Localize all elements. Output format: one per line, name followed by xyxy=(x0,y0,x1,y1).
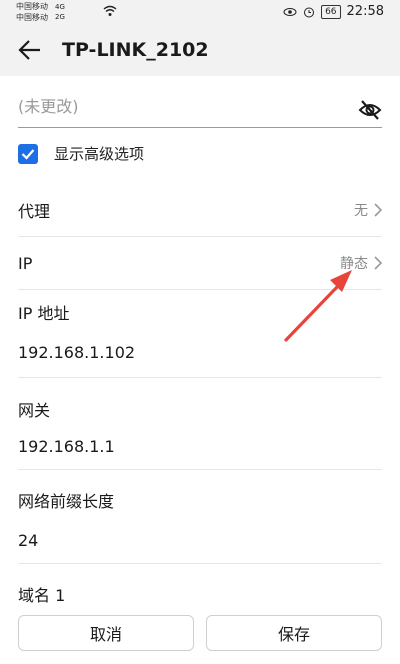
carrier-2-label: 中国移动 xyxy=(16,13,48,22)
prefix-length-label: 网络前缀长度 xyxy=(18,492,115,511)
alarm-icon xyxy=(304,7,315,17)
cancel-button[interactable]: 取消 xyxy=(18,615,194,651)
ip-settings-label: IP xyxy=(18,253,33,273)
visibility-off-icon[interactable] xyxy=(358,99,382,121)
page-title: TP-LINK_2102 xyxy=(62,39,209,61)
network-type-2: 2G xyxy=(55,13,65,21)
ip-settings-row[interactable]: IP 静态 xyxy=(18,237,382,290)
chevron-right-icon xyxy=(374,203,382,217)
eye-status-icon xyxy=(283,7,297,16)
advanced-options-label: 显示高级选项 xyxy=(54,145,145,163)
save-button[interactable]: 保存 xyxy=(206,615,382,651)
checkmark-icon xyxy=(21,148,35,160)
bottom-action-bar: 取消 保存 xyxy=(0,605,400,664)
gateway-label: 网关 xyxy=(18,401,51,420)
ip-address-value[interactable]: 192.168.1.102 xyxy=(18,343,135,362)
proxy-value: 无 xyxy=(354,203,368,219)
gateway-value[interactable]: 192.168.1.1 xyxy=(18,437,115,456)
prefix-length-value[interactable]: 24 xyxy=(18,531,38,550)
status-bar: 中国移动 中国移动 4G 2G 66 22:58 xyxy=(0,0,400,26)
divider xyxy=(18,563,382,564)
password-input[interactable] xyxy=(18,97,338,116)
advanced-options-checkbox[interactable] xyxy=(18,143,38,164)
back-arrow-icon[interactable] xyxy=(18,39,42,61)
divider xyxy=(18,377,382,378)
app-bar: TP-LINK_2102 xyxy=(0,26,400,76)
status-time: 22:58 xyxy=(346,4,384,19)
battery-indicator: 66 xyxy=(321,4,341,19)
ip-address-label: IP 地址 xyxy=(18,304,70,323)
advanced-options-toggle[interactable]: 显示高级选项 xyxy=(18,143,144,164)
wifi-icon xyxy=(103,5,117,16)
carrier-1-label: 中国移动 xyxy=(16,2,48,11)
proxy-row[interactable]: 代理 无 xyxy=(18,184,382,237)
dns1-label: 域名 1 xyxy=(18,586,66,605)
proxy-label: 代理 xyxy=(18,202,51,221)
divider xyxy=(18,469,382,470)
chevron-right-icon xyxy=(374,256,382,270)
ip-settings-value: 静态 xyxy=(340,256,368,272)
password-field xyxy=(18,97,382,128)
network-type-1: 4G xyxy=(55,3,65,11)
